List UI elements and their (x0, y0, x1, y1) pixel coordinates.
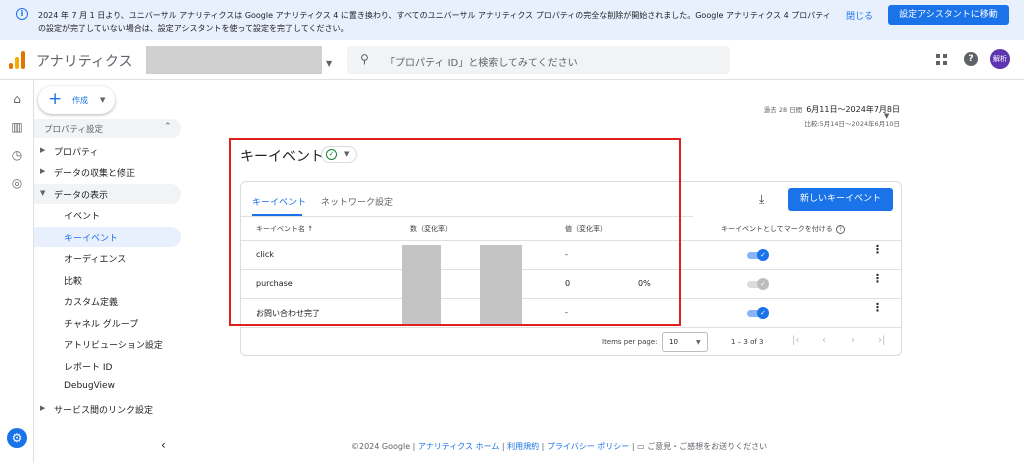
footer: ©2024 Google | アナリティクス ホーム | 利用規約 | プライバ… (351, 442, 768, 451)
more-options-icon[interactable]: ⋮ (872, 244, 883, 255)
chevron-right-icon: ▶ (40, 167, 46, 175)
mark-toggle[interactable]: ✓ (747, 307, 769, 319)
new-key-event-button[interactable]: 新しいキーイベント (788, 188, 893, 211)
sidebar-item-label: データの収集と修正 (54, 169, 136, 179)
footer-link-home[interactable]: アナリティクス ホーム (418, 442, 499, 451)
feedback-link[interactable]: ご意見・ご感想をお送りください (647, 442, 767, 451)
announcement-banner: i 2024 年 7 月 1 日より、ユニバーサル アナリティクスは Googl… (0, 0, 1024, 40)
sidebar-item-label: アトリビューション設定 (64, 341, 163, 351)
chevron-right-icon: ▶ (40, 404, 46, 412)
sidebar-item-label: 比較 (64, 277, 83, 287)
account-selector[interactable] (146, 46, 322, 74)
search-icon: ⚲ (360, 52, 369, 66)
collapse-sidebar-icon[interactable]: ‹ (161, 438, 166, 452)
column-header-mark-label: キーイベントとしてマークを付ける (721, 225, 833, 233)
sidebar-item-label: チャネル グループ (64, 320, 139, 330)
sidebar-item-attribution[interactable]: アトリビューション設定 (34, 334, 181, 354)
copyright: ©2024 Google (351, 442, 411, 451)
items-per-page-value: 10 (669, 338, 678, 346)
check-icon: ✓ (757, 249, 769, 261)
avatar[interactable]: 解析 (990, 49, 1010, 69)
sidebar-item-key-events[interactable]: キーイベント (34, 227, 181, 247)
sidebar-item-data-display[interactable]: ▼ データの表示 (34, 184, 181, 204)
sidebar-item-label: オーディエンス (64, 255, 127, 265)
mark-toggle[interactable]: ✓ (747, 278, 769, 290)
date-range-picker[interactable]: 過去 28 日間 6月11日～2024年7月8日 比較:5月14日～2024年6月… (720, 104, 900, 128)
more-options-icon[interactable]: ⋮ (872, 302, 883, 313)
plus-icon: + (48, 89, 63, 109)
chevron-right-icon: ▶ (40, 146, 46, 154)
chevron-down-icon[interactable]: ▼ (326, 59, 332, 68)
items-per-page-label: Items per page: (602, 338, 658, 346)
admin-sidebar: + 作成 ▼ プロパティ設定 ⌃ ▶ プロパティ ▶ データの収集と修正 ▼ デ… (34, 80, 190, 463)
check-icon: ✓ (757, 278, 769, 290)
sidebar-item-events[interactable]: イベント (34, 205, 181, 225)
column-header-mark: キーイベントとしてマークを付ける? (721, 224, 845, 234)
next-page-icon[interactable]: › (851, 335, 855, 346)
sidebar-item-label: レポート ID (64, 363, 113, 373)
section-title: プロパティ設定 (44, 125, 103, 135)
more-options-icon[interactable]: ⋮ (872, 273, 883, 284)
prev-page-icon[interactable]: ‹ (822, 335, 826, 346)
compare-range: 比較:5月14日～2024年6月10日 (804, 120, 900, 128)
banner-message: 2024 年 7 月 1 日より、ユニバーサル アナリティクスは Google … (38, 11, 831, 33)
feedback-icon: ▭ (637, 442, 645, 451)
property-settings-header[interactable]: プロパティ設定 ⌃ (34, 119, 181, 138)
sidebar-item-data-collection[interactable]: ▶ データの収集と修正 (34, 162, 181, 182)
sidebar-item-label: プロパティ (54, 148, 99, 158)
sidebar-item-label: イベント (64, 212, 101, 222)
items-per-page-select[interactable]: 10 ▼ (662, 332, 708, 352)
last-page-icon[interactable]: ›| (878, 335, 885, 346)
pager-range: 1 – 3 of 3 (731, 338, 764, 346)
chevron-down-icon: ▼ (40, 189, 46, 197)
help-icon[interactable]: ? (964, 52, 978, 66)
divider (241, 327, 901, 328)
sidebar-item-product-links[interactable]: ▶ サービス間のリンク設定 (34, 399, 181, 419)
reports-icon[interactable]: ▥ (10, 120, 24, 134)
sidebar-item-custom-definitions[interactable]: カスタム定義 (34, 291, 181, 311)
search-bar[interactable]: ⚲ 「プロパティ ID」と検索してみてください (347, 46, 730, 74)
mark-toggle[interactable]: ✓ (747, 249, 769, 261)
date-prefix: 過去 28 日間 (763, 106, 803, 114)
advertising-icon[interactable]: ◎ (10, 176, 24, 190)
chevron-down-icon[interactable]: ▼ (884, 112, 889, 120)
setup-assistant-button[interactable]: 設定アシスタントに移動 (888, 5, 1009, 25)
banner-close-link[interactable]: 閉じる (846, 9, 873, 22)
chevron-up-icon: ⌃ (164, 122, 172, 132)
footer-link-privacy[interactable]: プライバシー ポリシー (547, 442, 629, 451)
sidebar-item-audiences[interactable]: オーディエンス (34, 248, 181, 268)
app-title: アナリティクス (36, 54, 133, 70)
sidebar-item-channel-groups[interactable]: チャネル グループ (34, 313, 181, 333)
help-icon[interactable]: ? (835, 225, 845, 234)
create-label: 作成 (72, 96, 88, 105)
sidebar-item-label: データの表示 (54, 191, 109, 201)
sidebar-item-label: カスタム定義 (64, 298, 119, 308)
sidebar-item-label: サービス間のリンク設定 (54, 406, 154, 416)
explore-icon[interactable]: ◷ (10, 148, 24, 162)
top-header: アナリティクス ▼ ⚲ 「プロパティ ID」と検索してみてください ? 解析 (0, 40, 1024, 80)
sidebar-item-comparisons[interactable]: 比較 (34, 270, 181, 290)
info-icon: i (16, 8, 28, 20)
create-button[interactable]: + 作成 ▼ (38, 86, 115, 114)
chevron-down-icon: ▼ (696, 339, 701, 346)
gear-icon[interactable]: ⚙ (7, 428, 27, 448)
home-icon[interactable]: ⌂ (10, 92, 24, 106)
check-icon: ✓ (757, 307, 769, 319)
download-icon[interactable]: ⤓ (759, 192, 764, 207)
left-rail: ⌂ ▥ ◷ ◎ ⚙ (0, 80, 34, 463)
footer-link-terms[interactable]: 利用規約 (507, 442, 539, 451)
sidebar-item-reporting-identity[interactable]: レポート ID (34, 356, 181, 376)
chevron-down-icon: ▼ (100, 96, 106, 104)
sidebar-item-label: キーイベント (64, 234, 119, 244)
apps-grid-icon[interactable] (936, 54, 947, 65)
search-placeholder: 「プロパティ ID」と検索してみてください (385, 58, 578, 69)
sidebar-item-property[interactable]: ▶ プロパティ (34, 141, 181, 161)
sidebar-item-debugview[interactable]: DebugView (34, 377, 181, 397)
analytics-logo-icon (9, 51, 25, 69)
sidebar-item-label: DebugView (64, 381, 115, 391)
first-page-icon[interactable]: |‹ (792, 335, 799, 346)
highlight-box (229, 138, 681, 326)
